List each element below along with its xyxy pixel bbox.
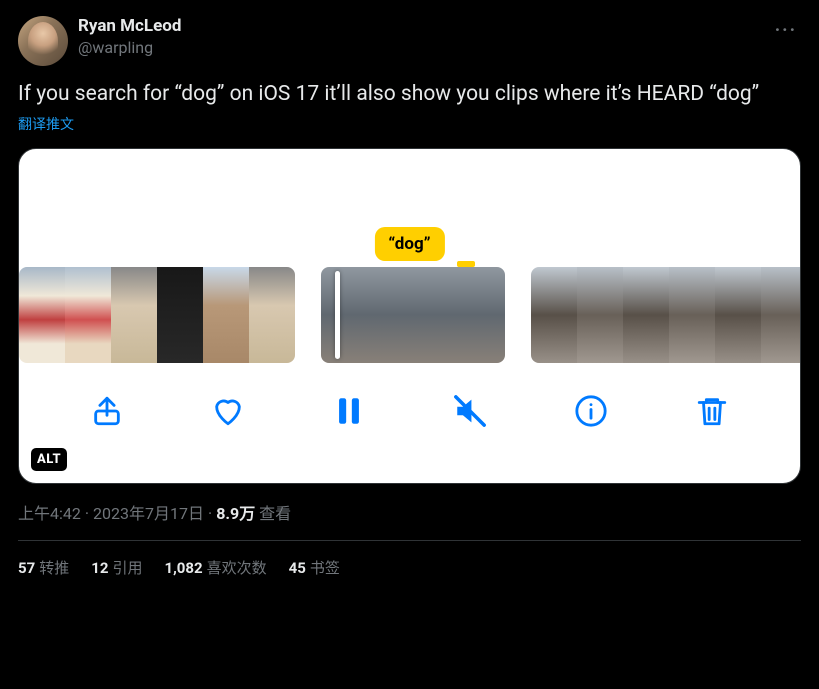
video-clip[interactable] [19,267,295,363]
video-frame [203,267,249,363]
stat-retweets[interactable]: 57转推 [18,557,69,578]
video-frame [321,267,367,363]
video-clip[interactable] [531,267,800,363]
stat-bookmarks[interactable]: 45书签 [289,557,340,578]
stat-likes[interactable]: 1,082喜欢次数 [164,557,266,578]
meta-time[interactable]: 上午4:42 [18,504,81,523]
video-frame [249,267,295,363]
video-strip[interactable] [19,267,800,363]
heart-icon[interactable] [211,394,245,428]
video-frame [715,267,761,363]
video-frame [761,267,800,363]
video-frame [531,267,577,363]
avatar[interactable] [18,16,68,66]
video-frame [111,267,157,363]
video-frame [669,267,715,363]
stat-quotes[interactable]: 12引用 [91,557,142,578]
trash-icon[interactable] [695,394,729,428]
meta-date[interactable]: 2023年7月17日 [93,504,204,523]
translate-link[interactable]: 翻译推文 [18,114,74,134]
scrubber-handle[interactable] [335,271,340,359]
handle: @warpling [78,38,761,57]
video-frame [413,267,459,363]
media-card[interactable]: “dog” [18,148,801,484]
more-icon[interactable]: ··· [771,16,801,45]
search-term-badge: “dog” [374,227,444,261]
media-top: “dog” [19,149,800,267]
tweet-meta: 上午4:42·2023年7月17日·8.9万 查看 [18,500,801,541]
views-label: 查看 [259,504,291,523]
video-frame [459,267,505,363]
video-clip[interactable] [321,267,505,363]
tweet-stats: 57转推 12引用 1,082喜欢次数 45书签 [18,541,801,578]
speaker-mute-icon[interactable] [453,394,487,428]
video-frame [65,267,111,363]
media-toolbar [19,363,800,459]
video-frame [367,267,413,363]
info-icon[interactable] [574,394,608,428]
pause-icon[interactable] [332,394,366,428]
share-icon[interactable] [90,394,124,428]
alt-badge[interactable]: ALT [31,448,67,471]
display-name: Ryan McLeod [78,16,761,36]
author-names[interactable]: Ryan McLeod @warpling [78,16,761,57]
video-frame [577,267,623,363]
tweet-container: Ryan McLeod @warpling ··· If you search … [4,4,815,590]
video-frame [19,267,65,363]
video-frame [623,267,669,363]
video-frame [157,267,203,363]
views-count[interactable]: 8.9万 [216,504,255,523]
tweet-body: If you search for “dog” on iOS 17 it’ll … [18,80,801,108]
tweet-header: Ryan McLeod @warpling ··· [18,16,801,66]
